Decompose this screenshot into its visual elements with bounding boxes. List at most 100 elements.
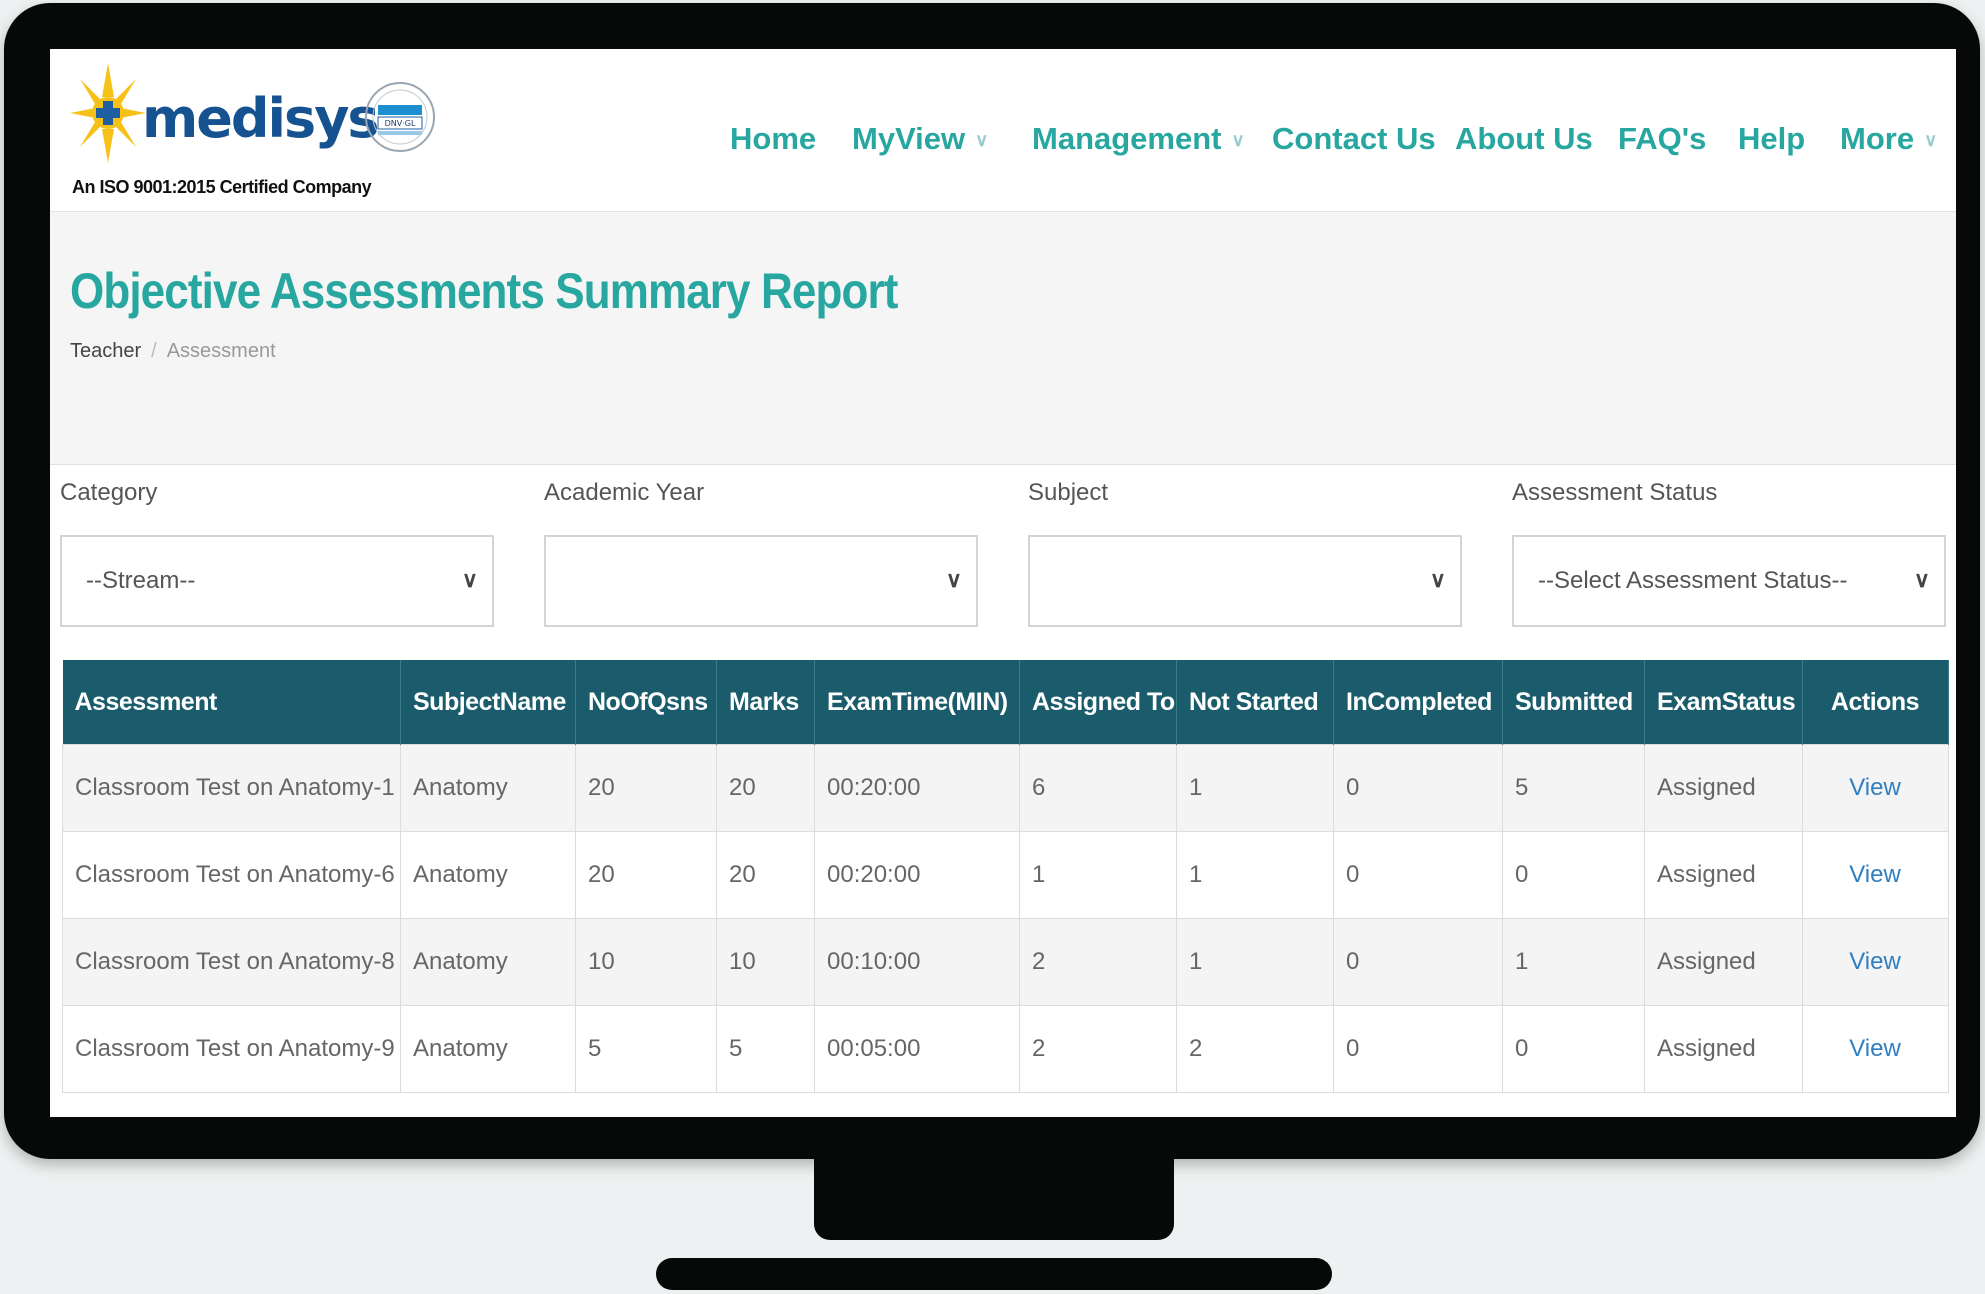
chevron-down-icon: ∨ <box>945 567 962 592</box>
nav-myview[interactable]: MyView ∨ <box>852 109 988 169</box>
assessment-status-select-value: --Select Assessment Status-- <box>1538 567 1848 594</box>
submitted-cell: 5 <box>1502 744 1645 832</box>
page-title-band: Objective Assessments Summary Report Tea… <box>50 212 1956 465</box>
exam-status-cell: Assigned <box>1644 831 1803 919</box>
subject-filter: Subject ∨ <box>1028 479 1466 627</box>
breadcrumb-teacher[interactable]: Teacher <box>70 340 141 362</box>
assessment-status-select[interactable]: --Select Assessment Status-- ∨ <box>1512 535 1946 627</box>
nav-management[interactable]: Management ∨ <box>1032 109 1245 169</box>
assigned-to-cell: 6 <box>1019 744 1177 832</box>
chevron-down-icon: ∨ <box>975 130 989 150</box>
column-header-examstatus[interactable]: ExamStatus <box>1644 660 1803 745</box>
incompleted-cell: 0 <box>1333 744 1503 832</box>
questions-cell: 20 <box>575 744 717 832</box>
column-header-incompleted[interactable]: InCompleted <box>1333 660 1503 745</box>
column-header-examtime[interactable]: ExamTime(MIN) <box>814 660 1020 745</box>
column-header-assessment[interactable]: Assessment <box>62 660 401 745</box>
subject-cell: Anatomy <box>400 831 576 919</box>
incompleted-cell: 0 <box>1333 1005 1503 1093</box>
marks-cell: 20 <box>716 831 815 919</box>
chevron-down-icon: ∨ <box>1429 567 1446 592</box>
breadcrumb: Teacher / Assessment <box>70 340 276 363</box>
column-header-assigned-to[interactable]: Assigned To <box>1019 660 1177 745</box>
table-header-row: Assessment SubjectName NoOfQsns Marks Ex… <box>62 660 1949 745</box>
browser-screen: medisys An ISO 9001:2015 Certified Compa… <box>50 49 1956 1117</box>
not-started-cell: 1 <box>1176 744 1334 832</box>
table-row: Classroom Test on Anatomy-8 Anatomy 10 1… <box>62 918 1949 1006</box>
exam-status-cell: Assigned <box>1644 744 1803 832</box>
column-header-marks[interactable]: Marks <box>716 660 815 745</box>
nav-about-us-label: About Us <box>1455 121 1593 156</box>
assessment-status-label: Assessment Status <box>1512 479 1718 506</box>
nav-home-label: Home <box>730 121 817 156</box>
monitor-frame: medisys An ISO 9001:2015 Certified Compa… <box>4 3 1980 1159</box>
category-filter: Category --Stream-- ∨ <box>60 479 498 627</box>
nav-contact-us[interactable]: Contact Us <box>1272 109 1436 169</box>
subject-label: Subject <box>1028 479 1109 506</box>
marks-cell: 20 <box>716 744 815 832</box>
table-row: Classroom Test on Anatomy-9 Anatomy 5 5 … <box>62 1005 1949 1093</box>
exam-status-cell: Assigned <box>1644 918 1803 1006</box>
submitted-cell: 0 <box>1502 831 1645 919</box>
assigned-to-cell: 2 <box>1019 918 1177 1006</box>
incompleted-cell: 0 <box>1333 831 1503 919</box>
assessment-status-filter: Assessment Status --Select Assessment St… <box>1512 479 1950 627</box>
nav-more-label: More <box>1840 121 1915 156</box>
academic-year-filter: Academic Year ∨ <box>544 479 982 627</box>
view-link[interactable]: View <box>1802 744 1949 832</box>
nav-management-label: Management <box>1032 121 1222 156</box>
category-select-value: --Stream-- <box>86 567 196 594</box>
exam-time-cell: 00:20:00 <box>814 831 1020 919</box>
column-header-actions: Actions <box>1802 660 1949 745</box>
nav-more[interactable]: More ∨ <box>1840 109 1937 169</box>
submitted-cell: 0 <box>1502 1005 1645 1093</box>
column-header-not-started[interactable]: Not Started <box>1176 660 1334 745</box>
nav-home[interactable]: Home <box>730 109 816 169</box>
assigned-to-cell: 1 <box>1019 831 1177 919</box>
assessment-cell: Classroom Test on Anatomy-6 <box>62 831 401 919</box>
incompleted-cell: 0 <box>1333 918 1503 1006</box>
nav-myview-label: MyView <box>852 121 966 156</box>
questions-cell: 10 <box>575 918 717 1006</box>
category-select[interactable]: --Stream-- ∨ <box>60 535 494 627</box>
subject-cell: Anatomy <box>400 1005 576 1093</box>
submitted-cell: 1 <box>1502 918 1645 1006</box>
marks-cell: 10 <box>716 918 815 1006</box>
column-header-noofqsns[interactable]: NoOfQsns <box>575 660 717 745</box>
view-link[interactable]: View <box>1802 831 1949 919</box>
column-header-submitted[interactable]: Submitted <box>1502 660 1645 745</box>
academic-year-select[interactable]: ∨ <box>544 535 978 627</box>
not-started-cell: 1 <box>1176 831 1334 919</box>
nav-faqs[interactable]: FAQ's <box>1618 109 1706 169</box>
questions-cell: 20 <box>575 831 717 919</box>
view-link[interactable]: View <box>1802 1005 1949 1093</box>
nav-faqs-label: FAQ's <box>1618 121 1707 156</box>
questions-cell: 5 <box>575 1005 717 1093</box>
academic-year-label: Academic Year <box>544 479 705 506</box>
category-label: Category <box>60 479 158 506</box>
chevron-down-icon: ∨ <box>1913 567 1930 592</box>
chevron-down-icon: ∨ <box>1231 130 1245 150</box>
table-row: Classroom Test on Anatomy-6 Anatomy 20 2… <box>62 831 1949 919</box>
assessment-cell: Classroom Test on Anatomy-8 <box>62 918 401 1006</box>
subject-cell: Anatomy <box>400 744 576 832</box>
exam-time-cell: 00:20:00 <box>814 744 1020 832</box>
exam-time-cell: 00:05:00 <box>814 1005 1020 1093</box>
view-link[interactable]: View <box>1802 918 1949 1006</box>
chevron-down-icon: ∨ <box>1924 130 1938 150</box>
monitor-stand-neck <box>814 1150 1174 1240</box>
nav-help[interactable]: Help <box>1738 109 1805 169</box>
monitor-stand-base <box>656 1258 1332 1290</box>
main-nav: Home MyView ∨ Management ∨ Contact Us Abou… <box>50 109 1956 169</box>
nav-about-us[interactable]: About Us <box>1455 109 1593 169</box>
subject-select[interactable]: ∨ <box>1028 535 1462 627</box>
breadcrumb-separator: / <box>151 340 157 362</box>
not-started-cell: 1 <box>1176 918 1334 1006</box>
chevron-down-icon: ∨ <box>461 567 478 592</box>
breadcrumb-assessment: Assessment <box>166 340 276 362</box>
subject-cell: Anatomy <box>400 918 576 1006</box>
not-started-cell: 2 <box>1176 1005 1334 1093</box>
nav-help-label: Help <box>1738 121 1806 156</box>
assessment-cell: Classroom Test on Anatomy-1 <box>62 744 401 832</box>
column-header-subjectname[interactable]: SubjectName <box>400 660 576 745</box>
